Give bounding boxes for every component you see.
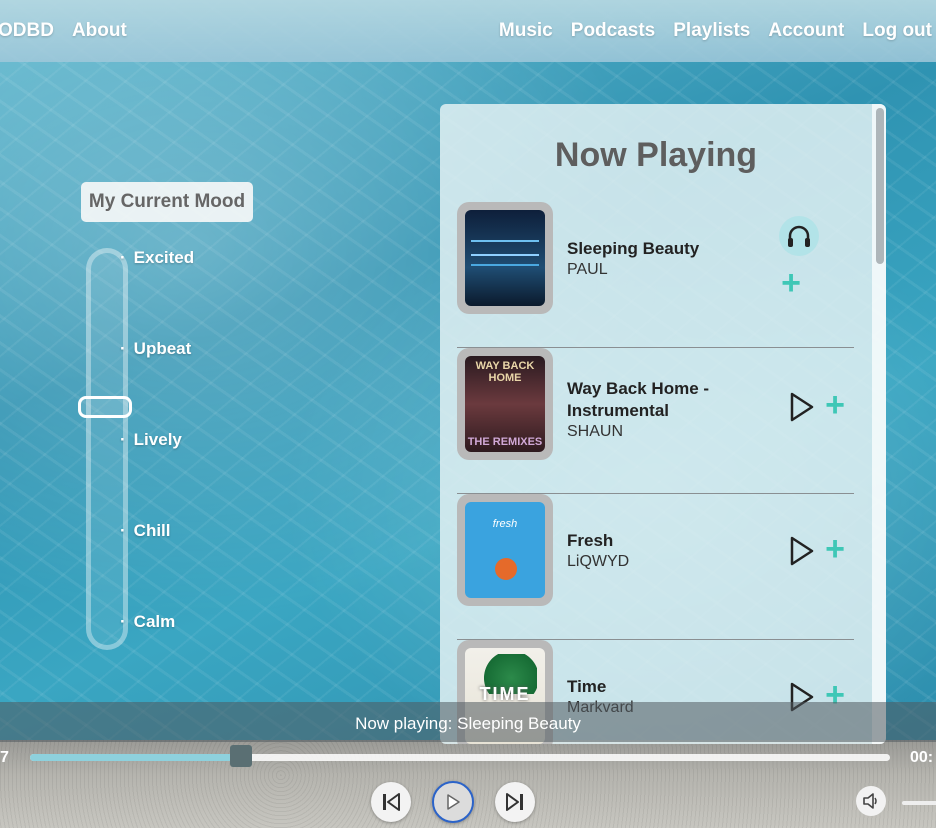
mood-level-chill[interactable]: Chill (120, 521, 171, 541)
album-art-text: THE REMIXES (467, 436, 543, 448)
album-cover (457, 202, 553, 314)
play-icon[interactable] (789, 536, 815, 566)
progress-thumb[interactable] (229, 745, 252, 767)
track-artist: PAUL (567, 261, 608, 278)
nav-podcasts[interactable]: Podcasts (571, 20, 655, 42)
nav-music[interactable]: Music (499, 20, 553, 42)
volume-button[interactable] (856, 786, 886, 816)
next-button[interactable] (495, 782, 535, 822)
album-cover: WAY BACK HOME THE REMIXES (457, 348, 553, 460)
progress-bar[interactable] (30, 745, 890, 767)
speaker-icon (863, 793, 877, 809)
top-navigation: ODBD About Music Podcasts Playlists Acco… (0, 0, 936, 62)
track-item[interactable]: fresh Fresh LiQWYD + (457, 494, 854, 640)
now-playing-status: Now playing: Sleeping Beauty (0, 702, 936, 742)
add-to-playlist-button[interactable]: + (779, 266, 803, 300)
play-icon (447, 794, 460, 810)
nav-logout[interactable]: Log out (862, 20, 932, 42)
previous-button[interactable] (371, 782, 411, 822)
nav-account[interactable]: Account (768, 20, 844, 42)
album-art (465, 210, 545, 306)
album-art-text: WAY BACK HOME (475, 360, 535, 384)
track-item[interactable]: WAY BACK HOME THE REMIXES Way Back Home … (457, 348, 854, 494)
mood-title: My Current Mood (81, 182, 253, 222)
nav-right: Music Podcasts Playlists Account Log out (499, 20, 932, 42)
panel-scrollbar-thumb[interactable] (876, 108, 884, 264)
headphones-icon[interactable] (779, 216, 819, 256)
now-playing-panel: Now Playing Sleeping Beauty PAUL + WAY B… (440, 104, 886, 744)
album-cover: fresh (457, 494, 553, 606)
nav-playlists[interactable]: Playlists (673, 20, 750, 42)
track-title: Way Back Home - Instrumental (567, 379, 710, 420)
album-art: WAY BACK HOME THE REMIXES (465, 356, 545, 452)
mood-level-excited[interactable]: Excited (120, 248, 194, 268)
track-title: Fresh (567, 531, 614, 550)
play-pause-button[interactable] (432, 781, 474, 823)
nav-about[interactable]: About (72, 20, 127, 42)
album-art-text: fresh (492, 518, 518, 530)
total-time: 00: (910, 749, 934, 766)
track-item[interactable]: Sleeping Beauty PAUL + (457, 202, 854, 348)
elapsed-time: 7 (0, 749, 9, 766)
track-title: Time (567, 677, 607, 696)
add-to-playlist-button[interactable]: + (823, 532, 847, 566)
track-meta: Fresh LiQWYD (567, 530, 629, 572)
track-artist: LiQWYD (567, 553, 630, 570)
mood-level-calm[interactable]: Calm (120, 612, 176, 632)
track-meta: Sleeping Beauty PAUL (567, 238, 699, 280)
nav-left: ODBD About (0, 20, 127, 42)
volume-slider[interactable] (902, 801, 936, 805)
skip-back-icon (383, 793, 400, 811)
track-artist: SHAUN (567, 423, 624, 440)
mood-level-upbeat[interactable]: Upbeat (120, 339, 192, 359)
album-art: fresh (465, 502, 545, 598)
track-title: Sleeping Beauty (567, 239, 700, 258)
panel-title: Now Playing (554, 136, 758, 174)
mood-level-lively[interactable]: Lively (120, 430, 182, 450)
mood-slider-thumb[interactable] (78, 396, 132, 418)
skip-forward-icon (506, 793, 523, 811)
nav-brand[interactable]: ODBD (0, 20, 54, 42)
track-meta: Way Back Home - Instrumental SHAUN (567, 378, 727, 442)
panel-scrollbar-track[interactable] (872, 104, 886, 744)
progress-fill (30, 754, 241, 761)
add-to-playlist-button[interactable]: + (823, 388, 847, 422)
play-icon[interactable] (789, 392, 815, 422)
